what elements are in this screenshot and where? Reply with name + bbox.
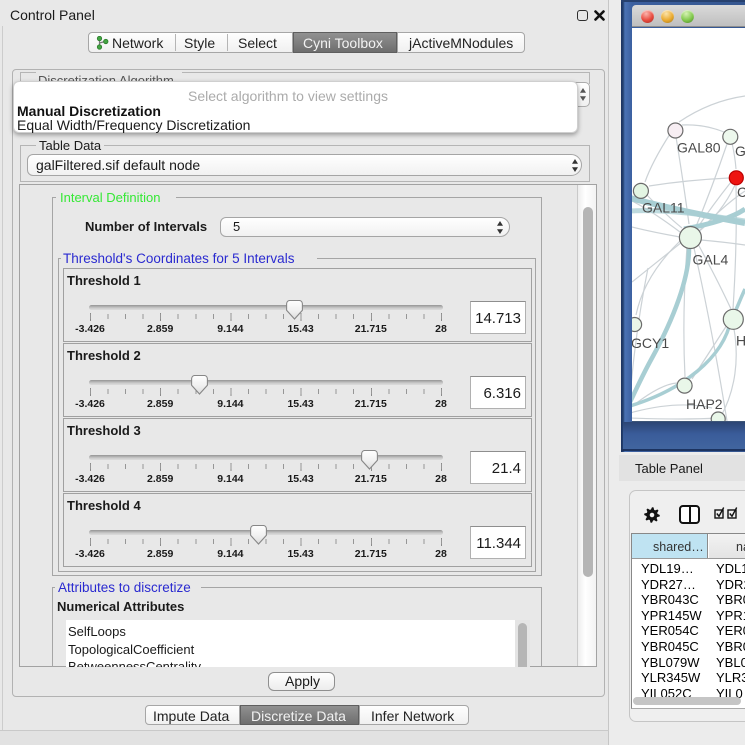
svg-text:G.: G. (735, 143, 745, 159)
svg-text:GAL11: GAL11 (642, 200, 685, 216)
svg-text:GCY1: GCY1 (632, 335, 669, 351)
svg-text:HAP2: HAP2 (686, 396, 723, 412)
svg-text:C: C (737, 184, 745, 200)
svg-text:H: H (736, 333, 745, 349)
svg-text:GAL4: GAL4 (693, 252, 729, 268)
svg-text:GAL80: GAL80 (677, 140, 721, 156)
